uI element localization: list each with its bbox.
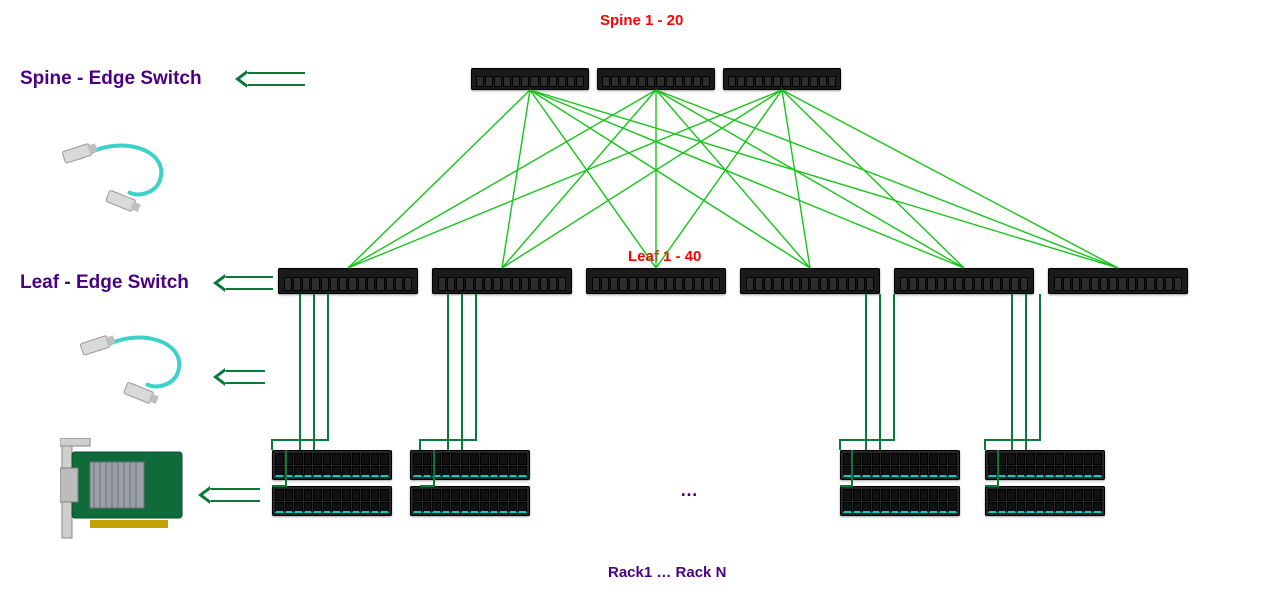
spine-switch-3 xyxy=(723,68,841,90)
leaf-switch-3 xyxy=(586,268,726,294)
server-ellipsis: … xyxy=(680,480,698,501)
arrow-spine-edge xyxy=(247,72,305,86)
leaf-switch-2 xyxy=(432,268,572,294)
arrow-nic xyxy=(210,488,260,502)
spine-edge-label: Spine - Edge Switch xyxy=(20,68,202,90)
leaf-switch-1 xyxy=(278,268,418,294)
server-group-2 xyxy=(410,450,530,516)
leaf-switch-5 xyxy=(894,268,1034,294)
server-group-4 xyxy=(985,450,1105,516)
aoc-cable-icon-mid xyxy=(78,332,208,412)
spine-switch-2 xyxy=(597,68,715,90)
racks-label: Rack1 … Rack N xyxy=(608,564,726,581)
spine-range-label: Spine 1 - 20 xyxy=(600,12,683,29)
server-group-3 xyxy=(840,450,960,516)
aoc-cable-icon-top xyxy=(60,140,190,220)
spine-switch-1 xyxy=(471,68,589,90)
arrow-cable-mid xyxy=(225,370,265,384)
nic-card-icon xyxy=(60,438,190,548)
leaf-range-label: Leaf 1 - 40 xyxy=(628,248,701,265)
leaf-switch-6 xyxy=(1048,268,1188,294)
arrow-leaf-edge xyxy=(225,276,273,290)
leaf-edge-label: Leaf - Edge Switch xyxy=(20,272,189,294)
diagram-stage: Spine 1 - 20 Spine - Edge Switch Leaf 1 … xyxy=(0,0,1267,596)
server-group-1 xyxy=(272,450,392,516)
leaf-switch-4 xyxy=(740,268,880,294)
